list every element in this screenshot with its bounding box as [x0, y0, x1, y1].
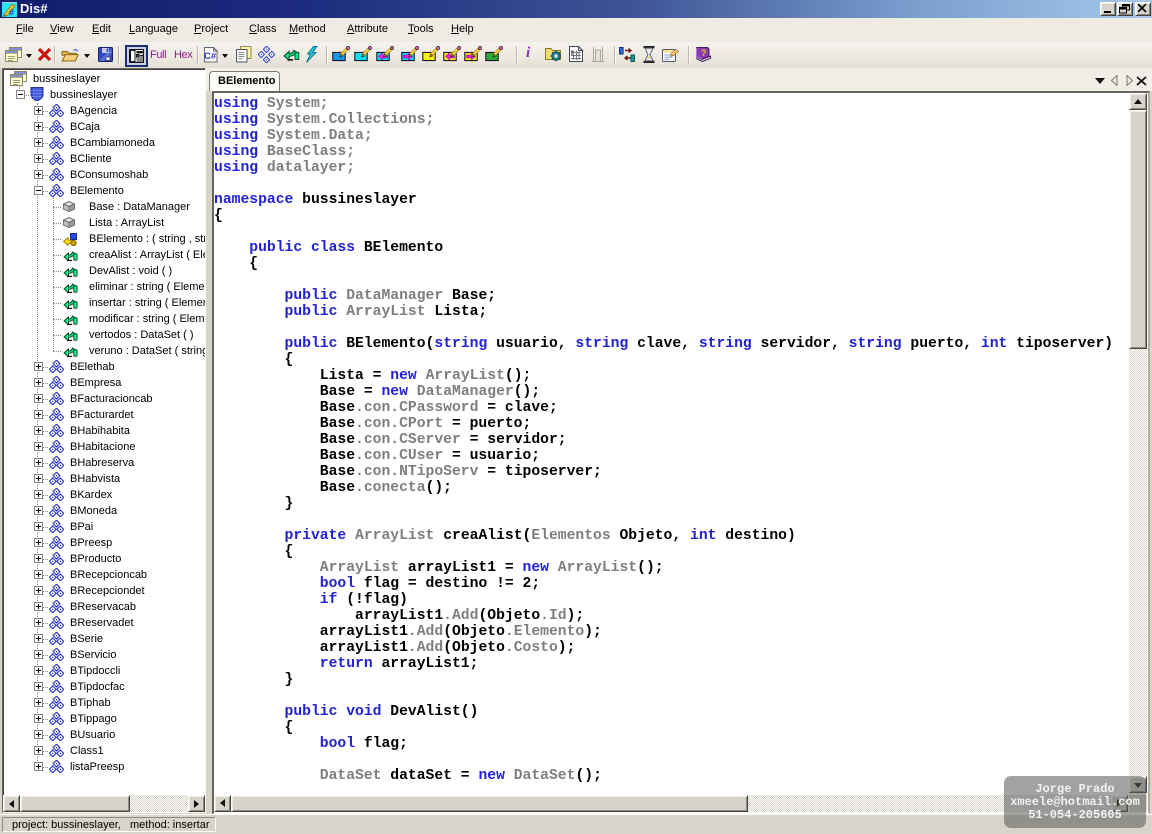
- svg-text:C#: C#: [204, 51, 217, 62]
- svg-text:#: #: [9, 8, 14, 18]
- svg-text:?: ?: [701, 48, 707, 58]
